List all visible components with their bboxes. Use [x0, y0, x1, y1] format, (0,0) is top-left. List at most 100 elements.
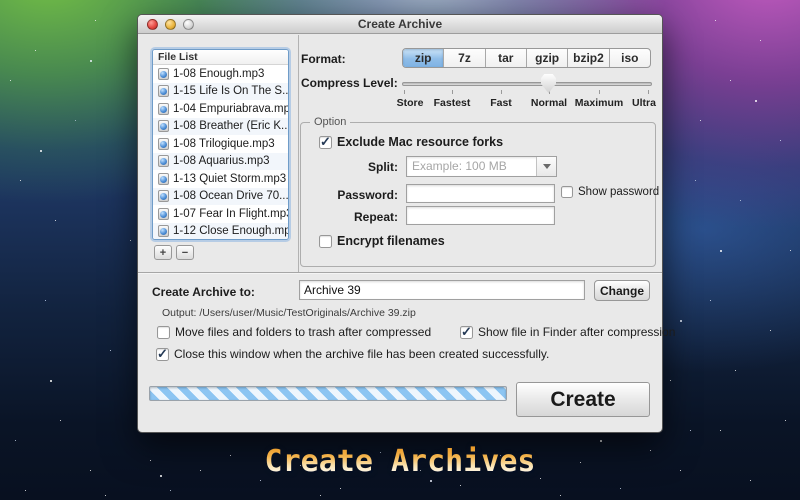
show-finder-checkbox[interactable] [460, 326, 473, 339]
show-finder-checkbox-row[interactable]: Show file in Finder after compression [460, 325, 675, 339]
archive-name-field[interactable] [299, 280, 585, 300]
audio-file-icon [158, 190, 169, 202]
file-name: 1-08 Aquarius.mp3 [173, 155, 270, 167]
audio-file-icon [158, 173, 169, 185]
repeat-label: Repeat: [301, 210, 398, 224]
repeat-field[interactable] [406, 206, 555, 225]
file-name: 1-04 Empuriabrava.mp3 [173, 103, 288, 115]
audio-file-icon [158, 208, 169, 220]
split-placeholder: Example: 100 MB [407, 157, 536, 176]
list-item[interactable]: 1-08 Ocean Drive 70... [153, 188, 288, 206]
slider-tick-mark [404, 90, 405, 94]
list-item[interactable]: 1-04 Empuriabrava.mp3 [153, 100, 288, 118]
format-segment-iso[interactable]: iso [610, 49, 650, 67]
exclude-forks-checkbox[interactable] [319, 136, 332, 149]
close-button[interactable] [147, 19, 158, 30]
format-segment-bzip2[interactable]: bzip2 [568, 49, 609, 67]
app-caption: Create Archives [0, 444, 800, 479]
list-item[interactable]: 1-08 Breather (Eric K... [153, 118, 288, 136]
move-trash-checkbox[interactable] [157, 326, 170, 339]
chevron-down-icon [543, 164, 551, 169]
close-window-checkbox[interactable] [156, 348, 169, 361]
add-file-button[interactable]: + [154, 245, 172, 260]
audio-file-icon [158, 155, 169, 167]
zoom-button[interactable] [183, 19, 194, 30]
slider-thumb[interactable] [541, 74, 556, 93]
encrypt-filenames-checkbox[interactable] [319, 235, 332, 248]
destination-label: Create Archive to: [152, 285, 255, 299]
file-name: 1-08 Ocean Drive 70... [173, 190, 288, 202]
compress-level-slider[interactable]: Store Fastest Fast Normal Maximum Ultra [402, 73, 652, 113]
progress-bar [149, 386, 507, 401]
format-segmented-control: zip 7z tar gzip bzip2 iso [402, 48, 651, 68]
change-button[interactable]: Change [594, 280, 650, 301]
password-label: Password: [301, 188, 398, 202]
file-list[interactable]: File List 1-08 Enough.mp3 1-15 Life Is O… [152, 49, 289, 240]
list-item[interactable]: 1-13 Quiet Storm.mp3 [153, 170, 288, 188]
titlebar[interactable]: Create Archive [138, 15, 662, 34]
show-finder-label: Show file in Finder after compression [478, 325, 675, 339]
format-segment-gzip[interactable]: gzip [527, 49, 568, 67]
list-item[interactable]: 1-15 Life Is On The S... [153, 83, 288, 101]
encrypt-filenames-label: Encrypt filenames [337, 234, 445, 248]
audio-file-icon [158, 68, 169, 80]
option-group-legend: Option [310, 116, 350, 128]
list-item[interactable]: 1-07 Fear In Flight.mp3 [153, 205, 288, 223]
move-trash-label: Move files and folders to trash after co… [175, 325, 431, 339]
slider-tick-label-maximum: Maximum [575, 97, 623, 109]
audio-file-icon [158, 85, 169, 97]
output-path: Output: /Users/user/Music/TestOriginals/… [162, 307, 416, 319]
split-combobox[interactable]: Example: 100 MB [406, 156, 557, 177]
option-group: Option Exclude Mac resource forks Split:… [300, 122, 656, 267]
move-trash-checkbox-row[interactable]: Move files and folders to trash after co… [157, 325, 431, 339]
compress-level-label: Compress Level: [301, 76, 398, 90]
window-title: Create Archive [138, 15, 662, 34]
file-name: 1-08 Trilogique.mp3 [173, 138, 275, 150]
slider-tick-mark [452, 90, 453, 94]
create-button[interactable]: Create [516, 382, 650, 417]
slider-tick-mark [599, 90, 600, 94]
file-name: 1-12 Close Enough.mp3 [173, 225, 288, 237]
show-password-checkbox[interactable] [561, 186, 573, 198]
slider-tick-label-fastest: Fastest [434, 97, 471, 109]
slider-tick-label-ultra: Ultra [632, 97, 656, 109]
file-name: 1-08 Breather (Eric K... [173, 120, 288, 132]
file-name: 1-15 Life Is On The S... [173, 85, 288, 97]
slider-track[interactable] [402, 82, 652, 86]
close-window-checkbox-row[interactable]: Close this window when the archive file … [156, 347, 549, 361]
exclude-forks-checkbox-row[interactable]: Exclude Mac resource forks [319, 135, 503, 149]
exclude-forks-label: Exclude Mac resource forks [337, 135, 503, 149]
audio-file-icon [158, 120, 169, 132]
encrypt-filenames-checkbox-row[interactable]: Encrypt filenames [319, 234, 445, 248]
list-item[interactable]: 1-08 Enough.mp3 [153, 65, 288, 83]
format-label: Format: [301, 52, 346, 66]
slider-tick-label-normal: Normal [531, 97, 567, 109]
show-password-label: Show password [578, 186, 659, 198]
format-segment-7z[interactable]: 7z [444, 49, 485, 67]
section-divider [138, 272, 662, 273]
slider-tick-mark [501, 90, 502, 94]
file-name: 1-08 Enough.mp3 [173, 68, 264, 80]
format-segment-tar[interactable]: tar [486, 49, 527, 67]
list-item[interactable]: 1-08 Aquarius.mp3 [153, 153, 288, 171]
slider-tick-label-fast: Fast [490, 97, 512, 109]
audio-file-icon [158, 138, 169, 150]
slider-tick-label-store: Store [397, 97, 424, 109]
password-field[interactable] [406, 184, 555, 203]
create-archive-window: Create Archive File List 1-08 Enough.mp3… [137, 14, 663, 433]
audio-file-icon [158, 225, 169, 237]
format-segment-zip[interactable]: zip [403, 49, 444, 67]
list-item[interactable]: 1-08 Trilogique.mp3 [153, 135, 288, 153]
panel-divider [298, 35, 299, 272]
split-label: Split: [301, 160, 398, 174]
close-window-label: Close this window when the archive file … [174, 347, 549, 361]
file-name: 1-13 Quiet Storm.mp3 [173, 173, 286, 185]
split-dropdown-button[interactable] [536, 157, 556, 176]
show-password-checkbox-row[interactable]: Show password [561, 186, 659, 198]
list-item[interactable]: 1-12 Close Enough.mp3 [153, 223, 288, 241]
minimize-button[interactable] [165, 19, 176, 30]
stars-large [0, 0, 2, 2]
file-name: 1-07 Fear In Flight.mp3 [173, 208, 288, 220]
remove-file-button[interactable]: − [176, 245, 194, 260]
audio-file-icon [158, 103, 169, 115]
